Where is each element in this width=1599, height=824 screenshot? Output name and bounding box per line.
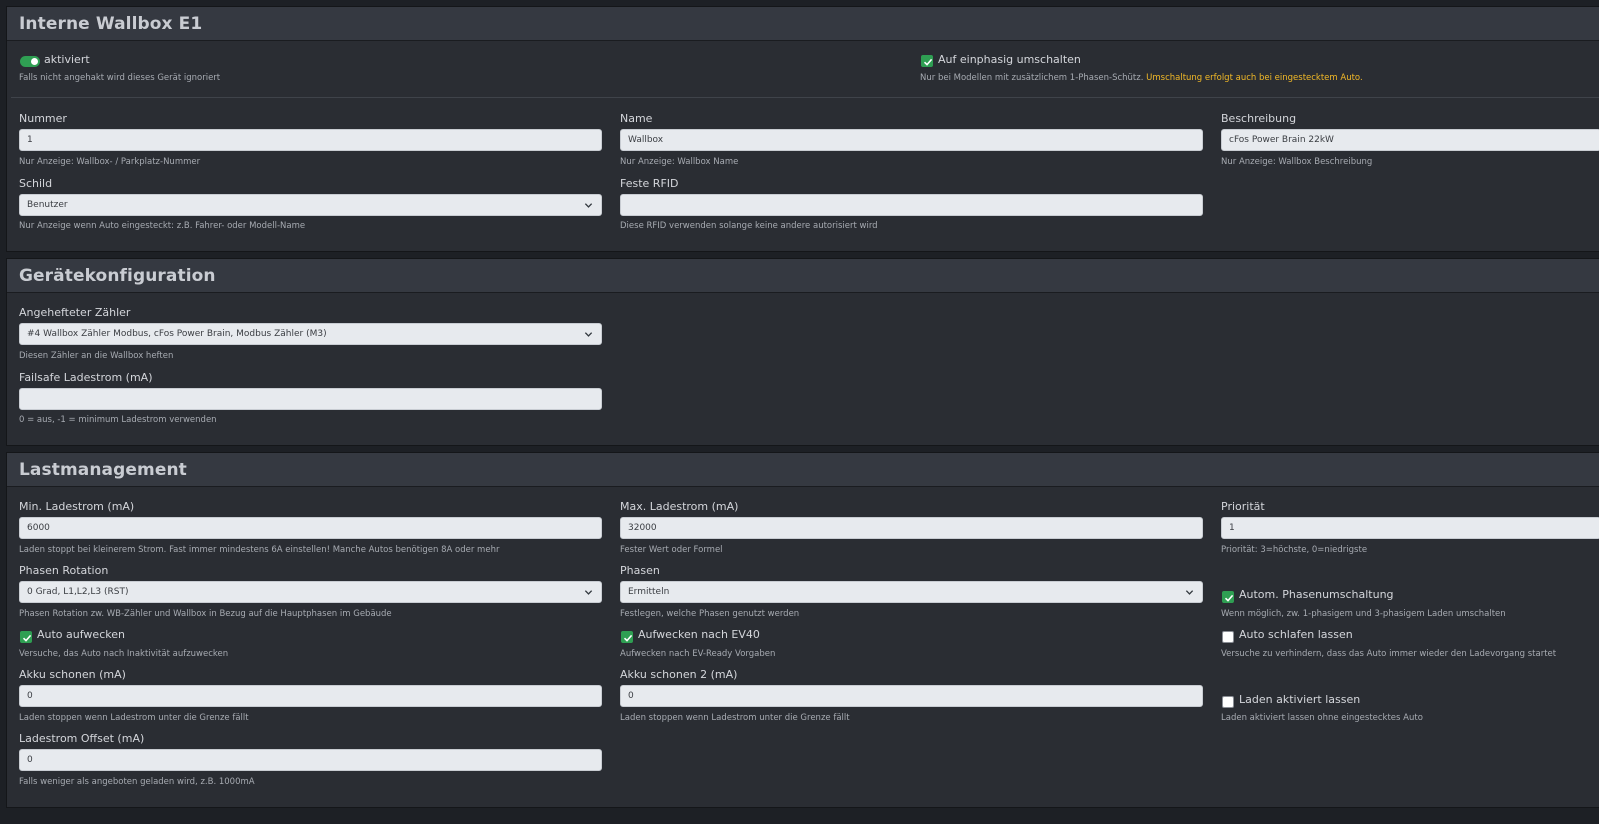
single-phase-hint: Nur bei Modellen mit zusätzlichem 1-Phas…	[920, 73, 1363, 83]
name-input[interactable]: Wallbox	[620, 129, 1203, 151]
keep-enabled-hint: Laden aktiviert lassen ohne eingesteckte…	[1221, 713, 1423, 723]
phase-rotation-select[interactable]: 0 Grad, L1,L2,L3 (RST)	[19, 581, 602, 603]
check-icon	[1224, 594, 1234, 602]
rfid-input[interactable]	[620, 194, 1203, 216]
wake-ev40-checkbox[interactable]	[621, 631, 633, 643]
name-label: Name	[620, 112, 653, 125]
auto-phase-switch-label: Autom. Phasenumschaltung	[1239, 588, 1394, 601]
phase-rotation-hint: Phasen Rotation zw. WB-Zähler und Wallbo…	[19, 609, 392, 619]
check-icon	[22, 634, 32, 642]
battery-save-hint: Laden stoppen wenn Ladestrom unter die G…	[19, 713, 249, 723]
failsafe-input[interactable]	[19, 388, 602, 410]
phase-rotation-label: Phasen Rotation	[19, 564, 109, 577]
auto-phase-switch-hint: Wenn möglich, zw. 1-phasigem und 3-phasi…	[1221, 609, 1506, 619]
description-input[interactable]: cFos Power Brain 22kW	[1221, 129, 1599, 151]
rfid-hint: Diese RFID verwenden solange keine ander…	[620, 221, 878, 231]
sign-hint: Nur Anzeige wenn Auto eingesteckt: z.B. …	[19, 221, 306, 231]
min-current-hint: Laden stoppt bei kleinerem Strom. Fast i…	[19, 545, 500, 555]
chevron-down-icon	[584, 203, 593, 208]
offset-input[interactable]: 0	[19, 749, 602, 771]
description-label: Beschreibung	[1221, 112, 1297, 125]
max-current-hint: Fester Wert oder Formel	[620, 545, 723, 555]
let-sleep-checkbox[interactable]	[1222, 631, 1234, 643]
battery-save2-hint: Laden stoppen wenn Ladestrom unter die G…	[620, 713, 850, 723]
phase-rotation-select-value: 0 Grad, L1,L2,L3 (RST)	[27, 587, 129, 597]
card-wallbox-divider	[11, 97, 1599, 98]
min-current-label: Min. Ladestrom (mA)	[19, 500, 135, 513]
number-input[interactable]: 1	[19, 129, 602, 151]
number-hint: Nur Anzeige: Wallbox- / Parkplatz-Nummer	[19, 157, 201, 167]
card-device-config-title: Gerätekonfiguration	[19, 265, 216, 286]
single-phase-label: Auf einphasig umschalten	[938, 53, 1081, 66]
enabled-toggle[interactable]	[20, 56, 40, 67]
rfid-label: Feste RFID	[620, 177, 679, 190]
wake-ev40-label: Aufwecken nach EV40	[638, 628, 760, 641]
single-phase-warning: Umschaltung erfolgt auch bei eingesteckt…	[1146, 73, 1363, 83]
card-wallbox: Interne Wallbox E1 aktiviert Falls nicht…	[6, 6, 1599, 252]
phases-select-value: Ermitteln	[628, 587, 670, 597]
offset-label: Ladestrom Offset (mA)	[19, 732, 145, 745]
battery-save2-input[interactable]: 0	[620, 685, 1203, 707]
max-current-input[interactable]: 32000	[620, 517, 1203, 539]
min-current-input[interactable]: 6000	[19, 517, 602, 539]
single-phase-checkbox[interactable]	[921, 55, 933, 67]
phases-label: Phasen	[620, 564, 660, 577]
chevron-down-icon	[584, 332, 593, 337]
meter-select[interactable]: #4 Wallbox Zähler Modbus, cFos Power Bra…	[19, 323, 602, 345]
failsafe-label: Failsafe Ladestrom (mA)	[19, 371, 153, 384]
keep-enabled-label: Laden aktiviert lassen	[1239, 693, 1361, 706]
chevron-down-icon	[1185, 590, 1194, 595]
card-wallbox-header: Interne Wallbox E1	[7, 7, 1599, 41]
battery-save-input[interactable]: 0	[19, 685, 602, 707]
sign-select-value: Benutzer	[27, 200, 68, 210]
meter-select-value: #4 Wallbox Zähler Modbus, cFos Power Bra…	[27, 329, 327, 339]
auto-wake-checkbox[interactable]	[20, 631, 32, 643]
check-icon	[923, 58, 933, 66]
enabled-label: aktiviert	[44, 53, 90, 66]
sign-select[interactable]: Benutzer	[19, 194, 602, 216]
let-sleep-hint: Versuche zu verhindern, dass das Auto im…	[1221, 649, 1557, 659]
wake-ev40-hint: Aufwecken nach EV-Ready Vorgaben	[620, 649, 776, 659]
card-wallbox-title: Interne Wallbox E1	[19, 13, 203, 34]
meter-label: Angehefteter Zähler	[19, 306, 131, 319]
sign-label: Schild	[19, 177, 53, 190]
card-device-config: Gerätekonfiguration Angehefteter Zähler …	[6, 258, 1599, 446]
card-load-management: Lastmanagement Min. Ladestrom (mA) 6000 …	[6, 452, 1599, 808]
number-label: Nummer	[19, 112, 67, 125]
phases-select[interactable]: Ermitteln	[620, 581, 1203, 603]
auto-phase-switch-checkbox[interactable]	[1222, 591, 1234, 603]
card-device-config-header: Gerätekonfiguration	[7, 259, 1599, 293]
priority-label: Priorität	[1221, 500, 1265, 513]
meter-hint: Diesen Zähler an die Wallbox heften	[19, 351, 174, 361]
battery-save-label: Akku schonen (mA)	[19, 668, 126, 681]
name-hint: Nur Anzeige: Wallbox Name	[620, 157, 739, 167]
enabled-hint: Falls nicht angehakt wird dieses Gerät i…	[19, 73, 221, 83]
failsafe-hint: 0 = aus, -1 = minimum Ladestrom verwende…	[19, 415, 217, 425]
auto-wake-hint: Versuche, das Auto nach Inaktivität aufz…	[19, 649, 229, 659]
offset-hint: Falls weniger als angeboten geladen wird…	[19, 777, 255, 787]
card-load-management-title: Lastmanagement	[19, 459, 187, 480]
description-hint: Nur Anzeige: Wallbox Beschreibung	[1221, 157, 1373, 167]
max-current-label: Max. Ladestrom (mA)	[620, 500, 739, 513]
battery-save2-label: Akku schonen 2 (mA)	[620, 668, 738, 681]
auto-wake-label: Auto aufwecken	[37, 628, 125, 641]
card-load-management-header: Lastmanagement	[7, 453, 1599, 487]
chevron-down-icon	[584, 590, 593, 595]
phases-hint: Festlegen, welche Phasen genutzt werden	[620, 609, 800, 619]
keep-enabled-checkbox[interactable]	[1222, 696, 1234, 708]
priority-input[interactable]: 1	[1221, 517, 1599, 539]
check-icon	[623, 634, 633, 642]
let-sleep-label: Auto schlafen lassen	[1239, 628, 1353, 641]
priority-hint: Priorität: 3=höchste, 0=niedrigste	[1221, 545, 1368, 555]
settings-page: Interne Wallbox E1 aktiviert Falls nicht…	[0, 0, 1599, 824]
